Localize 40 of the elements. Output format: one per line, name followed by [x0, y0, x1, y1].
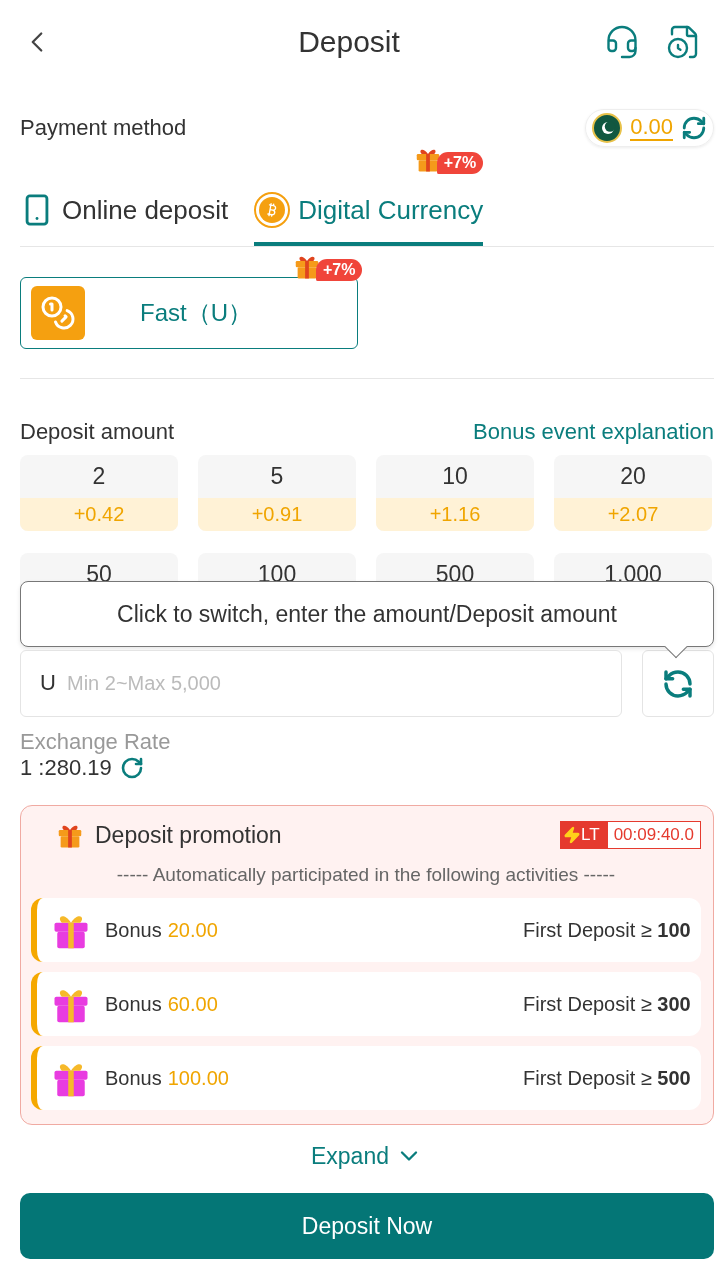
- switch-tooltip: Click to switch, enter the amount/Deposit amount: [20, 581, 714, 647]
- channel-option[interactable]: Fast（U）: [20, 277, 358, 349]
- page-title: Deposit: [298, 25, 400, 59]
- bonus-amount: +0.42: [20, 498, 178, 531]
- amount-option[interactable]: 10 +1.16: [376, 455, 534, 531]
- bonus-badge: +7%: [316, 259, 363, 281]
- bonus-amount: +2.07: [554, 498, 712, 531]
- switch-icon[interactable]: [662, 667, 694, 700]
- countdown-timer: LT 00:09:40.0: [560, 821, 701, 849]
- amount-option[interactable]: 20 +2.07: [554, 455, 712, 531]
- exchange-rate-value: 1 :280.19: [20, 755, 112, 781]
- bonus-label: Bonus: [105, 992, 162, 1016]
- bonus-badge: +7%: [436, 152, 484, 174]
- amount-option[interactable]: 5 +0.91: [198, 455, 356, 531]
- payment-method-label: Payment method: [20, 115, 187, 141]
- bonus-value: 100.00: [167, 1066, 230, 1090]
- bonus-value: 60.00: [167, 992, 219, 1016]
- expand-button[interactable]: Expand: [305, 1141, 429, 1171]
- exchange-rate-label: Exchange Rate: [20, 729, 172, 755]
- refresh-icon[interactable]: [119, 756, 144, 780]
- promotion-title: Deposit promotion: [95, 821, 282, 849]
- bonus-amount: +0.91: [198, 498, 356, 531]
- bonus-label: Bonus: [105, 918, 162, 942]
- currency-prefix: U: [40, 670, 56, 696]
- headset-icon[interactable]: [604, 24, 640, 60]
- refresh-icon[interactable]: [681, 115, 707, 141]
- switch-button[interactable]: [642, 650, 714, 717]
- amount-option[interactable]: 2 +0.42: [20, 455, 178, 531]
- bonus-explanation-link[interactable]: Bonus event explanation: [473, 419, 714, 445]
- bitcoin-icon: [254, 192, 291, 228]
- bonus-value: 20.00: [167, 918, 219, 942]
- bonus-label: Bonus: [105, 1066, 162, 1090]
- promotion-subtitle: ----- Automatically participated in the following activities -----: [115, 864, 617, 886]
- bonus-amount: +1.16: [376, 498, 534, 531]
- method-tab[interactable]: Online deposit: [20, 192, 229, 246]
- deposit-amount-label: Deposit amount: [20, 419, 175, 445]
- deposit-now-button[interactable]: Deposit Now: [20, 1193, 714, 1259]
- flag-icon: [592, 113, 623, 143]
- coins-icon: [31, 286, 85, 340]
- lightning-icon: [563, 826, 582, 844]
